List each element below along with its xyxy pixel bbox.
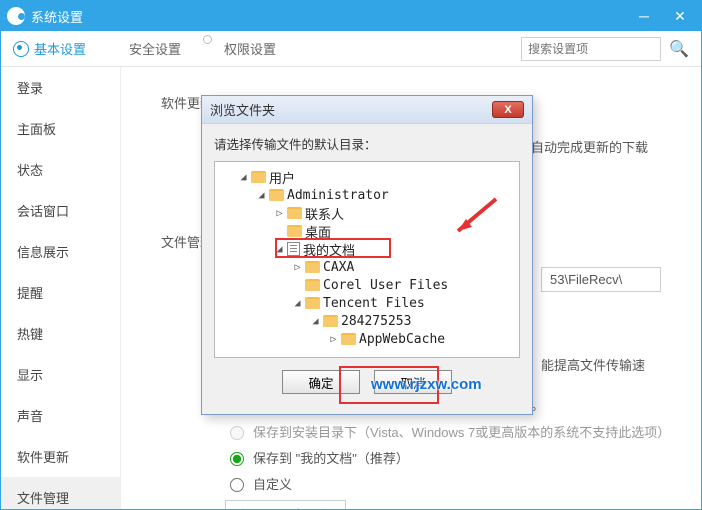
sidebar-item-status[interactable]: 状态 (1, 149, 120, 190)
sidebar-item-display[interactable]: 显示 (1, 354, 120, 395)
tree-node-caxa[interactable]: ▷CAXA (293, 258, 513, 276)
folder-icon (305, 297, 320, 309)
folder-icon (323, 315, 338, 327)
radio-label: 自定义 (253, 474, 292, 493)
folder-icon (269, 189, 284, 201)
tab-label: 基本设置 (34, 39, 86, 58)
sidebar-item-chatwindow[interactable]: 会话窗口 (1, 190, 120, 231)
open-personal-folder-button[interactable]: 打开个人文件夹 (225, 500, 346, 510)
dialog-close-button[interactable]: X (492, 101, 524, 118)
tab-security-settings[interactable]: 安全设置 (108, 31, 181, 67)
dialog-cancel-button[interactable]: 取消 (374, 370, 452, 394)
update-hint-text: 自动完成更新的下载 (531, 137, 648, 156)
radio-input (230, 426, 244, 440)
dialog-instruction: 请选择传输文件的默认目录： (214, 134, 520, 153)
radio-label: 保存到 "我的文档"（推荐） (253, 448, 409, 467)
tree-node-admin[interactable]: ◢Administrator (257, 186, 513, 204)
sidebar-item-sound[interactable]: 声音 (1, 395, 120, 436)
gear-icon (13, 41, 29, 57)
sidebar-item-hotkey[interactable]: 热键 (1, 313, 120, 354)
radio-my-docs[interactable]: 保存到 "我的文档"（推荐） (225, 448, 685, 467)
tree-node-tencent[interactable]: ◢Tencent Files (293, 294, 513, 312)
folder-icon (305, 279, 320, 291)
documents-icon (287, 242, 300, 256)
folder-icon (287, 207, 302, 219)
search-input[interactable] (521, 37, 661, 61)
tree-node-users[interactable]: ◢用户 (239, 168, 513, 186)
radio-input[interactable] (230, 478, 244, 492)
close-button[interactable]: ✕ (665, 5, 695, 27)
tree-node-contacts[interactable]: ▷联系人 (275, 204, 513, 222)
tab-label: 安全设置 (129, 39, 181, 58)
sidebar-item-info-display[interactable]: 信息展示 (1, 231, 120, 272)
sidebar-item-update[interactable]: 软件更新 (1, 436, 120, 477)
top-tabbar: 基本设置 安全设置 权限设置 🔍 (1, 31, 701, 67)
sidebar: 登录 主面板 状态 会话窗口 信息展示 提醒 热键 显示 声音 软件更新 文件管… (1, 67, 121, 510)
dialog-title: 浏览文件夹 (210, 100, 275, 119)
shield-icon (108, 41, 124, 57)
folder-icon (341, 333, 356, 345)
window-title: 系统设置 (31, 7, 623, 26)
folder-icon (287, 225, 302, 237)
folder-icon (251, 171, 266, 183)
folder-tree[interactable]: ◢用户 ◢Administrator ▷联系人 桌面 ◢我的文档 ▷CAXA C… (214, 161, 520, 358)
dialog-ok-button[interactable]: 确定 (282, 370, 360, 394)
tree-node-my-documents[interactable]: ◢我的文档 (275, 240, 513, 258)
qq-logo-icon (7, 7, 25, 25)
sidebar-item-mainpanel[interactable]: 主面板 (1, 108, 120, 149)
tab-label: 权限设置 (224, 39, 276, 58)
sidebar-item-login[interactable]: 登录 (1, 67, 120, 108)
search-icon[interactable]: 🔍 (669, 39, 689, 59)
tab-basic-settings[interactable]: 基本设置 (13, 31, 86, 67)
minimize-button[interactable]: ─ (629, 5, 659, 27)
radio-input[interactable] (230, 452, 244, 466)
sidebar-item-file-manage[interactable]: 文件管理 (1, 477, 120, 510)
tree-node-corel[interactable]: Corel User Files (293, 276, 513, 294)
tab-permission-settings[interactable]: 权限设置 (203, 31, 276, 67)
radio-label: 保存到安装目录下（Vista、Windows 7或更高版本的系统不支持此选项） (253, 422, 670, 441)
tree-node-desktop[interactable]: 桌面 (275, 222, 513, 240)
browse-folder-dialog: 浏览文件夹 X 请选择传输文件的默认目录： ◢用户 ◢Administrator… (201, 95, 533, 415)
tree-node-284275253[interactable]: ◢284275253 (311, 312, 513, 330)
settings-window: 系统设置 ─ ✕ 基本设置 安全设置 权限设置 🔍 登录 主面板 状态 会话窗口… (0, 0, 702, 510)
titlebar: 系统设置 ─ ✕ (1, 1, 701, 31)
tree-node-appwebcache[interactable]: ▷AppWebCache (329, 330, 513, 348)
lock-icon (203, 41, 219, 57)
folder-icon (305, 261, 320, 273)
speed-hint-text: 能提高文件传输速 (541, 355, 645, 374)
radio-custom[interactable]: 自定义 (225, 474, 685, 493)
sidebar-item-alerts[interactable]: 提醒 (1, 272, 120, 313)
radio-install-dir[interactable]: 保存到安装目录下（Vista、Windows 7或更高版本的系统不支持此选项） (225, 422, 685, 441)
path-box[interactable]: 53\FileRecv\ (541, 267, 661, 292)
